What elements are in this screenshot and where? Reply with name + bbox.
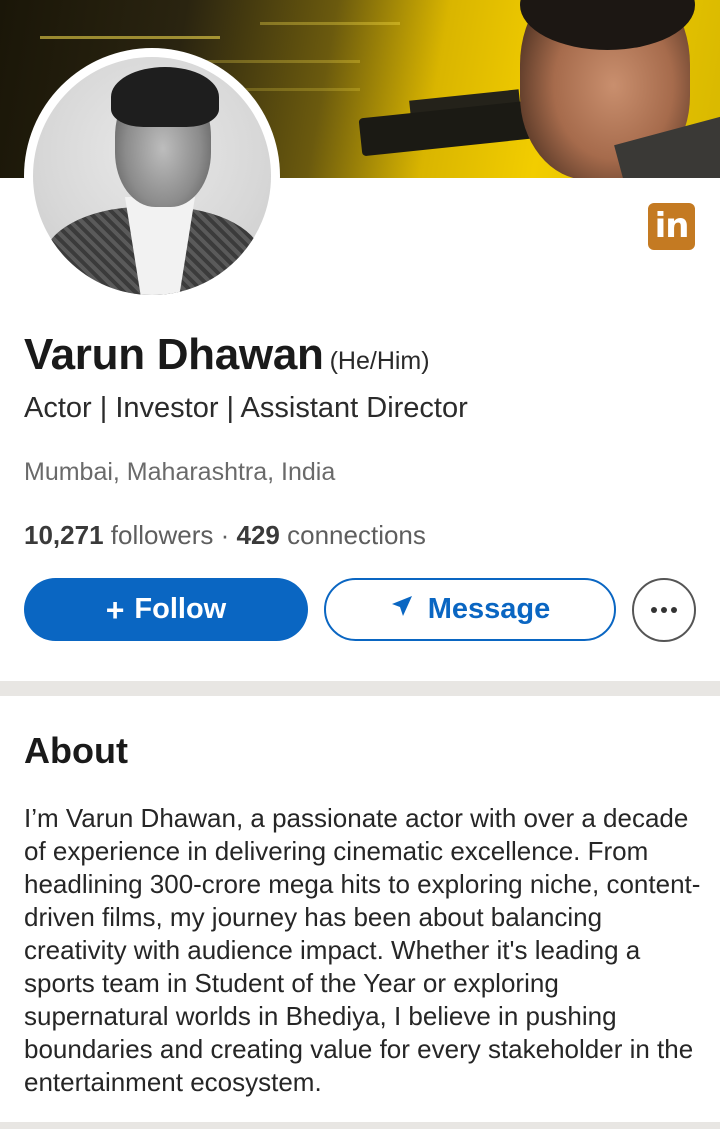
- message-button[interactable]: Message: [324, 578, 616, 641]
- follow-label: Follow: [134, 593, 227, 625]
- stats-separator: ·: [220, 520, 230, 550]
- followers-count[interactable]: 10,271: [24, 520, 104, 550]
- follow-button[interactable]: + Follow: [24, 578, 308, 641]
- send-icon: [390, 593, 414, 626]
- profile-location: Mumbai, Maharashtra, India: [24, 458, 336, 486]
- name-row: Varun Dhawan (He/Him): [24, 330, 430, 380]
- profile-pronouns: (He/Him): [329, 347, 430, 375]
- avatar[interactable]: [33, 57, 271, 295]
- profile-headline: Actor | Investor | Assistant Director: [24, 392, 468, 424]
- profile-stats: 10,271 followers · 429 connections: [24, 520, 426, 551]
- connections-count[interactable]: 429: [237, 520, 280, 550]
- plus-icon: +: [105, 591, 125, 628]
- section-divider: [0, 681, 720, 696]
- profile-name: Varun Dhawan: [24, 330, 324, 379]
- connections-label[interactable]: connections: [287, 520, 426, 550]
- more-icon: [649, 601, 679, 619]
- about-title: About: [24, 730, 128, 771]
- more-button[interactable]: [632, 578, 696, 642]
- about-text: I’m Varun Dhawan, a passionate actor wit…: [24, 803, 701, 1097]
- section-divider-bottom: [0, 1122, 720, 1129]
- message-label: Message: [427, 593, 551, 625]
- followers-label[interactable]: followers: [111, 520, 214, 550]
- linkedin-icon[interactable]: in: [648, 203, 695, 250]
